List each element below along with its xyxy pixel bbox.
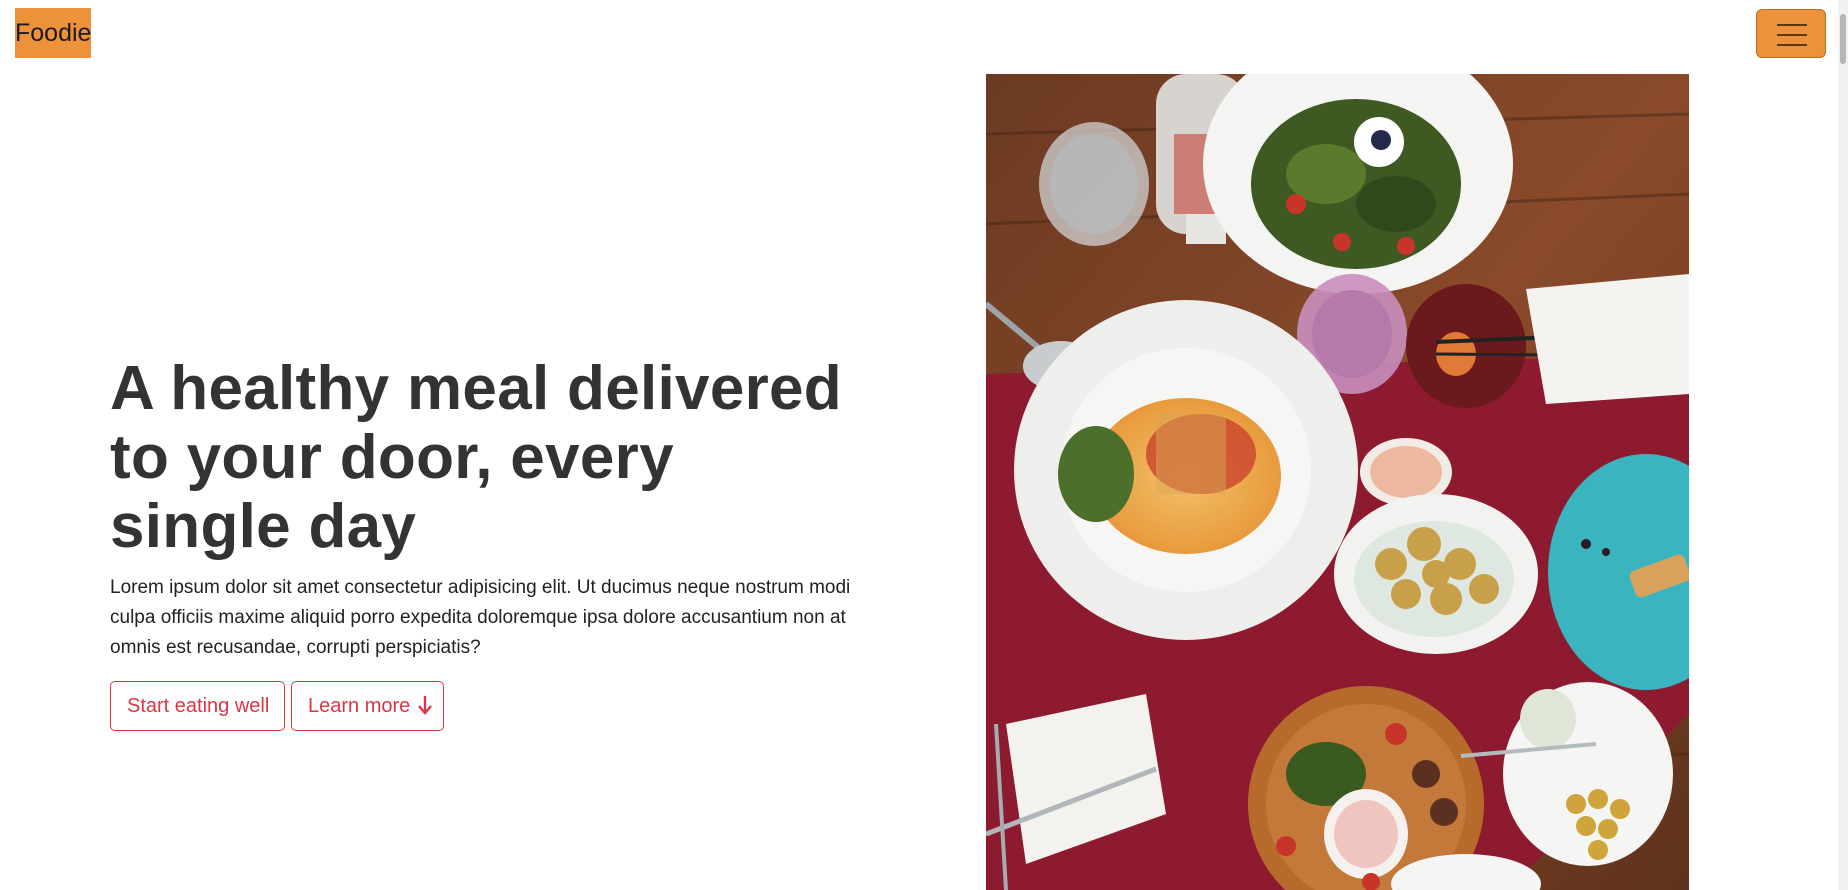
food-photo-illustration [986, 74, 1689, 890]
hero-title: A healthy meal delivered to your door, e… [110, 354, 842, 561]
brand-logo[interactable]: Foodie [15, 8, 91, 58]
arrow-down-icon [417, 696, 432, 715]
hero-description: Lorem ipsum dolor sit amet consectetur a… [110, 577, 851, 658]
food-photo [986, 74, 1689, 890]
start-eating-label: Start eating well [127, 695, 270, 717]
vertical-scrollbar[interactable] [1838, 0, 1848, 890]
start-eating-button[interactable]: Start eating well [110, 681, 285, 731]
hamburger-icon [1777, 24, 1807, 46]
menu-toggle-button[interactable] [1756, 9, 1826, 58]
page: Foodie A healthy meal delivered to your … [0, 0, 1848, 890]
learn-more-label: Learn more [308, 695, 411, 717]
learn-more-button[interactable]: Learn more [291, 681, 444, 731]
scrollbar-thumb[interactable] [1840, 14, 1846, 64]
